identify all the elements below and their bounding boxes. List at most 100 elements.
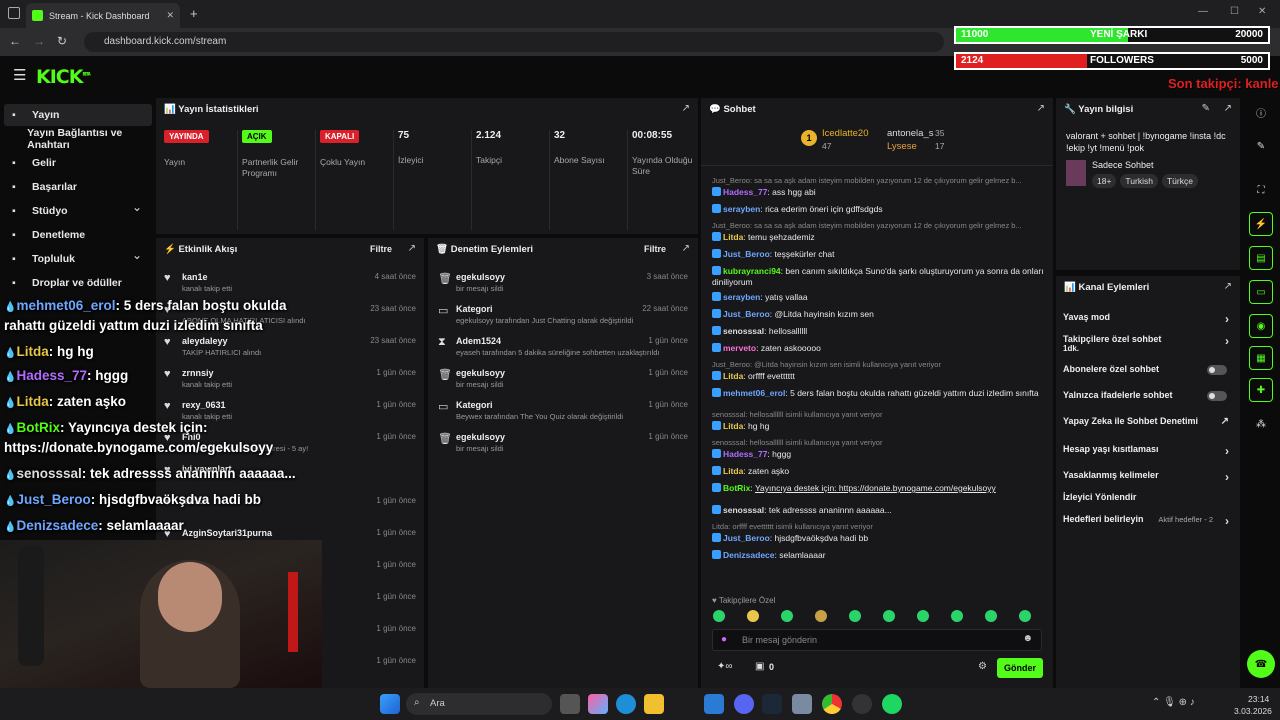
chat-username[interactable]: mehmet06_erol — [723, 388, 785, 398]
chat-message[interactable]: senosssal: tek adressss ananinnn aaaaaa.… — [712, 505, 1047, 516]
chat-icon[interactable]: ▭ — [1249, 280, 1273, 304]
sidebar-item-5[interactable]: ▪ Denetleme — [4, 224, 152, 246]
emote-icon[interactable] — [815, 610, 827, 622]
sidebar-item-2[interactable]: ▪ Gelir — [4, 152, 152, 174]
moderation-row[interactable]: ▭ Kategori egekulsoyy tarafından Just Chat… — [436, 302, 688, 334]
chevron-right-icon[interactable]: › — [1225, 470, 1229, 484]
chat-message[interactable]: Just_Beroo: teşşekürler chat — [712, 249, 1047, 260]
emoji-icon[interactable]: ☻ — [1022, 633, 1033, 644]
emote-icon[interactable] — [883, 610, 895, 622]
moderation-row[interactable]: ▭ Kategori Beywex tarafından The You Quiz … — [436, 398, 688, 430]
channel-action[interactable]: Takipçilere özel sohbet 1dk. › — [1063, 334, 1233, 356]
emote-icon[interactable] — [951, 610, 963, 622]
filter-button[interactable]: Filtre — [370, 244, 392, 254]
taskbar-search[interactable]: ⌕ Ara — [406, 693, 552, 715]
chat-username[interactable]: senosssal — [723, 505, 764, 515]
spotify-icon[interactable] — [882, 694, 902, 714]
emote-icon[interactable] — [1019, 610, 1031, 622]
chevron-right-icon[interactable]: › — [1225, 444, 1229, 458]
steam-icon[interactable] — [762, 694, 782, 714]
discord-icon[interactable] — [734, 694, 754, 714]
chat-username[interactable]: Litda — [723, 371, 743, 381]
chat-message[interactable]: serayben: yatış vallaa — [712, 292, 1047, 303]
chat-username[interactable]: serayben — [723, 204, 760, 214]
chrome-icon[interactable] — [822, 694, 842, 714]
chevron-right-icon[interactable]: › — [1225, 312, 1229, 326]
chat-username[interactable]: serayben — [723, 292, 760, 302]
minimize-icon[interactable]: — — [1198, 6, 1208, 17]
sidebar-item-0[interactable]: ▪ Yayın — [4, 104, 152, 126]
send-button[interactable]: Gönder — [997, 658, 1043, 678]
info-icon[interactable]: ⓘ — [1249, 100, 1273, 124]
event-row[interactable]: ♥ aleydaleyy TAKİP HATIRLICI alındı 23 saat… — [164, 334, 416, 366]
toggle-switch[interactable] — [1207, 391, 1227, 401]
event-row[interactable]: ♥ zrnnsiy kanalı takip etti 1 gün önce — [164, 366, 416, 398]
browser-tab[interactable]: Stream - Kick Dashboard ✕ — [26, 3, 180, 28]
chat-message[interactable]: Litda: orffff evetttttt — [712, 371, 1047, 382]
forward-icon[interactable]: → — [33, 34, 45, 48]
chat-username[interactable]: Litda — [723, 466, 743, 476]
channel-action[interactable]: Abonelere özel sohbet — [1063, 364, 1233, 386]
chat-message[interactable]: Litda: hg hg — [712, 421, 1047, 432]
chat-message[interactable]: Litda: zaten aşko — [712, 466, 1047, 477]
chat-username[interactable]: kubrayranci94 — [723, 266, 781, 276]
close-window-icon[interactable]: ✕ — [1258, 6, 1266, 17]
moderation-row[interactable]: 🗑 egekulsoyy bir mesajı sildi 1 gün önce — [436, 366, 688, 398]
chat-username[interactable]: Just_Beroo — [723, 309, 770, 319]
chat-message[interactable]: serayben: rica ederim öneri için gdffsdg… — [712, 204, 1047, 215]
menu-icon[interactable]: ☰ — [13, 66, 26, 84]
emote-icon[interactable] — [747, 610, 759, 622]
tray-icons[interactable]: ⌃ 🎙 ⊕ ♪ — [1152, 697, 1195, 708]
chevron-down-icon[interactable]: ⌄ — [132, 248, 142, 262]
file-explorer-icon[interactable] — [644, 694, 664, 714]
tab-overview-icon[interactable] — [8, 7, 20, 19]
chat-settings-icon[interactable]: ⚙ — [978, 661, 987, 672]
broadcast-icon[interactable]: ◉ — [1249, 314, 1273, 338]
channel-action[interactable]: Yavaş mod › — [1063, 312, 1233, 334]
chat-username[interactable]: merveto — [723, 343, 756, 353]
group-icon[interactable]: ⁂ — [1249, 412, 1273, 436]
sidebar-item-7[interactable]: ▪ Droplar ve ödüller — [4, 272, 152, 294]
expand-icon[interactable]: ↗ — [682, 103, 690, 114]
category-name[interactable]: Sadece Sohbet — [1092, 160, 1154, 170]
expand-icon[interactable]: ↗ — [1224, 281, 1232, 292]
chat-message[interactable]: Just_Beroo: @Litda hayinsin kızım sen — [712, 309, 1047, 320]
chat-username[interactable]: Hadess_77 — [723, 187, 767, 197]
points-icon[interactable]: ✦∞ — [717, 661, 733, 672]
tools-icon[interactable]: ✚ — [1249, 378, 1273, 402]
app-icon[interactable] — [792, 694, 812, 714]
gift-icon[interactable]: ▣ — [755, 661, 764, 672]
chat-message[interactable]: BotRix: Yayıncıya destek için: https://d… — [712, 483, 1047, 494]
channel-action[interactable]: Hedefleri belirleyin Aktif hedefler - 2 › — [1063, 514, 1233, 536]
chat-username[interactable]: Just_Beroo — [723, 249, 770, 259]
channel-action[interactable]: İzleyici Yönlendir — [1063, 492, 1233, 514]
chat-username[interactable]: Litda — [723, 232, 743, 242]
emote-icon[interactable] — [985, 610, 997, 622]
mic-icon[interactable]: ● — [721, 634, 727, 645]
emote-icon[interactable] — [781, 610, 793, 622]
expand-icon[interactable]: ↗ — [682, 243, 690, 254]
emote-icon[interactable] — [917, 610, 929, 622]
edit-icon[interactable]: ✎ — [1249, 134, 1273, 158]
stream-tag[interactable]: Turkish — [1120, 174, 1158, 188]
stream-tag[interactable]: Türkçe — [1161, 174, 1198, 188]
sidebar-item-4[interactable]: ▪ Stüdyo — [4, 200, 152, 222]
channel-action[interactable]: Yalnızca ifadelerle sohbet — [1063, 390, 1233, 412]
windows-start-icon[interactable] — [380, 694, 400, 714]
channel-action[interactable]: Yasaklanmış kelimeler › — [1063, 470, 1233, 492]
filter-button[interactable]: Filtre — [644, 244, 666, 254]
chat-input[interactable]: ● Bir mesaj gönderin ☻ — [712, 629, 1042, 651]
back-icon[interactable]: ← — [9, 34, 21, 48]
support-icon[interactable]: ☎ — [1247, 650, 1275, 678]
moderation-row[interactable]: ⧗ Adem1524 eyaseh tarafından 5 dakika süre… — [436, 334, 688, 366]
moderation-row[interactable]: 🗑 egekulsoyy bir mesajı sildi 3 saat önce — [436, 270, 688, 302]
new-tab-icon[interactable]: + — [190, 6, 198, 21]
chat-username[interactable]: Litda — [723, 421, 743, 431]
notes-icon[interactable]: ▤ — [1249, 246, 1273, 270]
chat-message[interactable]: Just_Beroo: hjsdgfbvaökşdva hadi bb — [712, 533, 1047, 544]
sidebar-item-1[interactable]: Yayın Bağlantısı ve Anahtarı — [4, 127, 152, 151]
chat-message[interactable]: Denizsadece: selamlaaaar — [712, 550, 1047, 561]
mail-icon[interactable] — [704, 694, 724, 714]
close-tab-icon[interactable]: ✕ — [166, 10, 174, 21]
moderation-row[interactable]: 🗑 egekulsoyy bir mesajı sildi 1 gün önce — [436, 430, 688, 462]
